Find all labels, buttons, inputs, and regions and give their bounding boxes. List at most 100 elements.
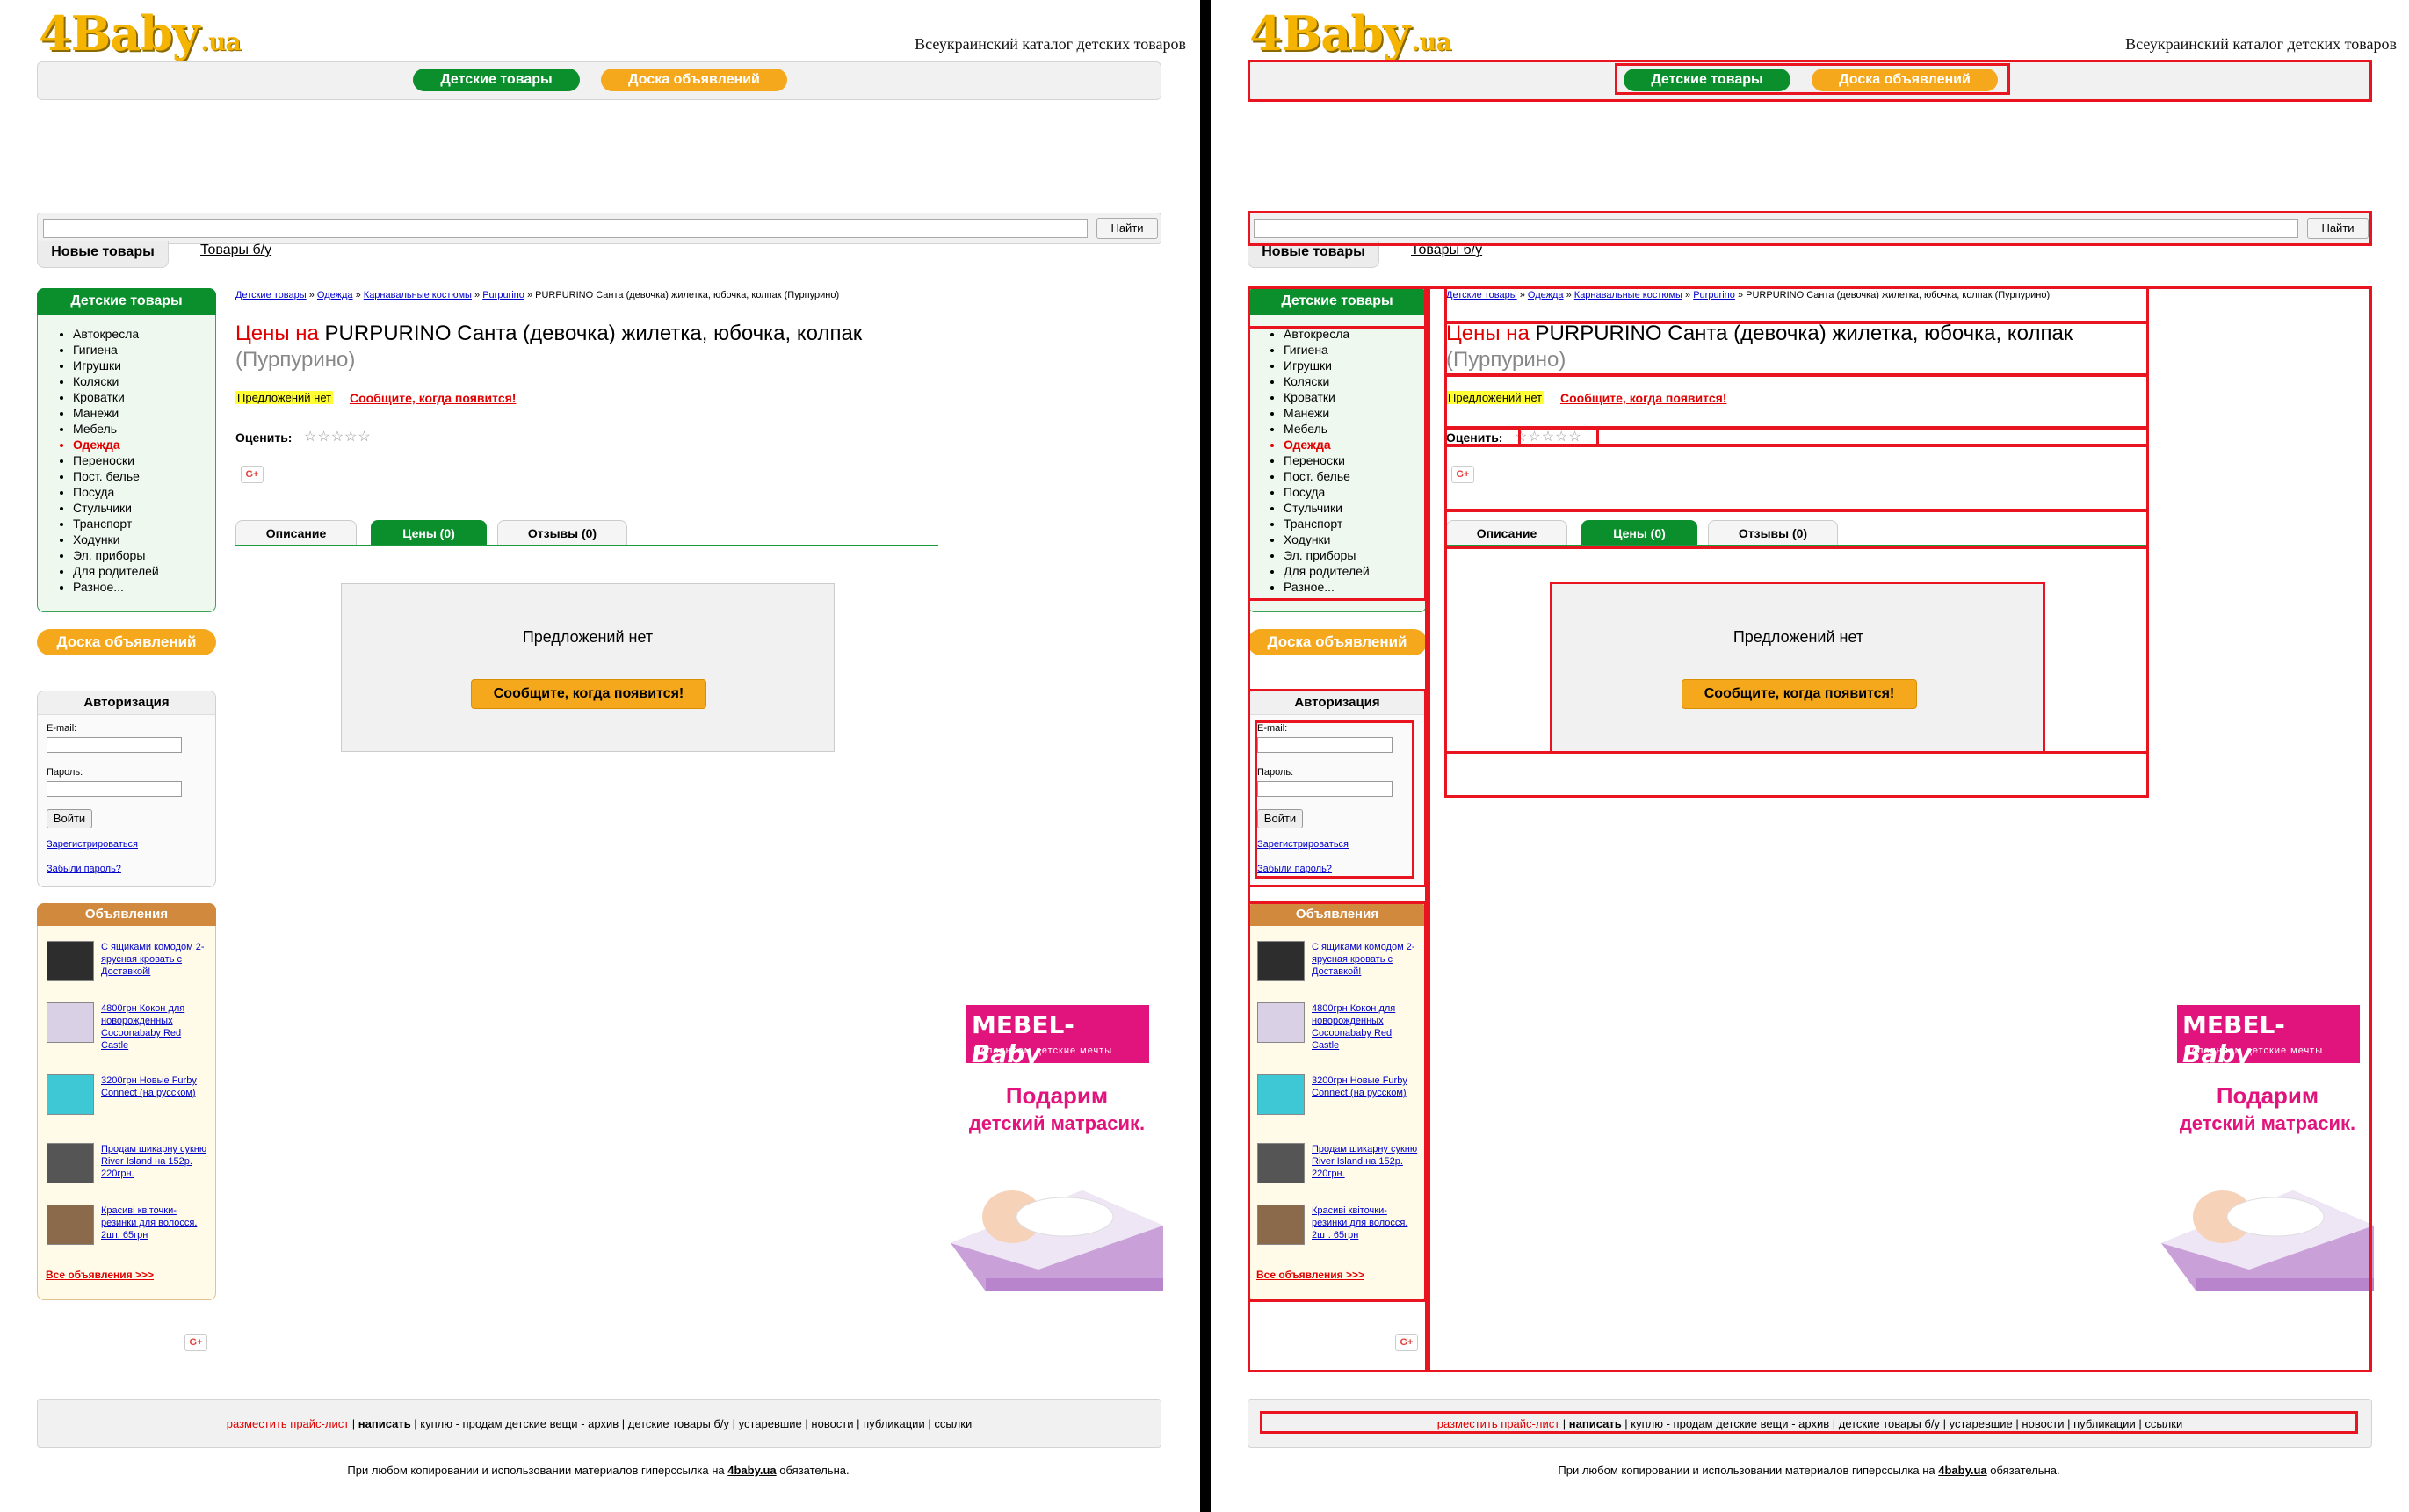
- category-item[interactable]: Переноски: [1284, 452, 1370, 468]
- forgot-password-link[interactable]: Забыли пароль?: [47, 864, 121, 874]
- tab-reviews[interactable]: Отзывы (0): [1708, 520, 1838, 546]
- ad-link[interactable]: Красиві квіточки-резинки для волосся. 2ш…: [1312, 1205, 1421, 1241]
- search-input[interactable]: [1254, 219, 2298, 238]
- ad-item[interactable]: 3200грн Новые Furby Connect (на русском): [1257, 1074, 1424, 1127]
- ad-item[interactable]: С ящиками комодом 2-ярусная кровать с До…: [1257, 941, 1424, 994]
- category-item[interactable]: Игрушки: [1284, 358, 1370, 373]
- category-item-active[interactable]: Одежда: [73, 437, 159, 452]
- footer-link[interactable]: разместить прайс-лист: [1437, 1417, 1559, 1430]
- category-item[interactable]: Автокресла: [73, 326, 159, 342]
- category-item[interactable]: Эл. приборы: [1284, 547, 1370, 563]
- email-field[interactable]: [1257, 737, 1393, 753]
- tab-new-goods[interactable]: Новые товары: [37, 241, 169, 268]
- footer-link[interactable]: новости: [2022, 1417, 2064, 1430]
- footer-link[interactable]: написать: [1569, 1417, 1622, 1430]
- category-item[interactable]: Стульчики: [1284, 500, 1370, 516]
- footer-link[interactable]: ссылки: [934, 1417, 972, 1430]
- breadcrumb-link[interactable]: Детские товары: [235, 290, 307, 300]
- tab-description[interactable]: Описание: [1446, 520, 1567, 546]
- email-field[interactable]: [47, 737, 182, 753]
- footer-link[interactable]: публикации: [2073, 1417, 2136, 1430]
- breadcrumb-link[interactable]: Purpurino: [482, 290, 524, 300]
- ad-item[interactable]: Красиві квіточки-резинки для волосся. 2ш…: [47, 1205, 213, 1257]
- ad-link[interactable]: 4800грн Кокон для новорожденных Cocoonab…: [101, 1002, 210, 1052]
- rating-stars[interactable]: ☆☆☆☆☆: [1515, 428, 1582, 445]
- nav-classifieds-button[interactable]: Доска объявлений: [601, 69, 787, 91]
- category-item[interactable]: Ходунки: [1284, 532, 1370, 547]
- banner-ad[interactable]: MEBEL- Baby Исполняем детские мечты Пода…: [2161, 1002, 2374, 1291]
- tab-used-goods[interactable]: Товары б/у: [1411, 242, 1482, 258]
- all-ads-link[interactable]: Все объявления >>>: [1256, 1269, 1364, 1281]
- category-item[interactable]: Мебель: [1284, 421, 1370, 437]
- breadcrumb-link[interactable]: Одежда: [317, 290, 353, 300]
- category-item[interactable]: Кроватки: [1284, 389, 1370, 405]
- category-item[interactable]: Для родителей: [1284, 563, 1370, 579]
- category-item[interactable]: Эл. приборы: [73, 547, 159, 563]
- footer-link[interactable]: архив: [588, 1417, 619, 1430]
- tab-new-goods[interactable]: Новые товары: [1248, 241, 1379, 268]
- search-button[interactable]: Найти: [2307, 218, 2369, 239]
- ad-link[interactable]: Продам шикарну сукню River Island на 152…: [101, 1143, 210, 1180]
- site-logo[interactable]: 4Baby.ua: [1249, 5, 1452, 70]
- category-item[interactable]: Для родителей: [73, 563, 159, 579]
- nav-classifieds-button[interactable]: Доска объявлений: [1812, 69, 1998, 91]
- search-input[interactable]: [43, 219, 1088, 238]
- footer-link[interactable]: куплю - продам детские вещи: [1631, 1417, 1788, 1430]
- ad-item[interactable]: 4800грн Кокон для новорожденных Cocoonab…: [47, 1002, 213, 1055]
- ad-link[interactable]: 4800грн Кокон для новорожденных Cocoonab…: [1312, 1002, 1421, 1052]
- notify-button[interactable]: Сообщите, когда появится!: [471, 679, 706, 709]
- category-item[interactable]: Манежи: [73, 405, 159, 421]
- category-item[interactable]: Посуда: [1284, 484, 1370, 500]
- category-item[interactable]: Переноски: [73, 452, 159, 468]
- site-logo[interactable]: 4Baby.ua: [39, 5, 242, 70]
- register-link[interactable]: Зарегистрироваться: [1257, 839, 1349, 850]
- google-plus-share-button[interactable]: G+: [184, 1334, 207, 1351]
- category-item[interactable]: Игрушки: [73, 358, 159, 373]
- all-ads-link[interactable]: Все объявления >>>: [46, 1269, 154, 1281]
- footer-link[interactable]: разместить прайс-лист: [227, 1417, 349, 1430]
- ad-item[interactable]: Продам шикарну сукню River Island на 152…: [1257, 1143, 1424, 1196]
- tab-prices[interactable]: Цены (0): [371, 520, 487, 546]
- tab-prices[interactable]: Цены (0): [1581, 520, 1697, 546]
- category-item[interactable]: Пост. белье: [73, 468, 159, 484]
- sidebar-classifieds-button[interactable]: Доска объявлений: [1248, 629, 1427, 655]
- ad-item[interactable]: Красиві квіточки-резинки для волосся. 2ш…: [1257, 1205, 1424, 1257]
- category-item[interactable]: Автокресла: [1284, 326, 1370, 342]
- category-item[interactable]: Транспорт: [73, 516, 159, 532]
- breadcrumb-link[interactable]: Карнавальные костюмы: [364, 290, 472, 300]
- forgot-password-link[interactable]: Забыли пароль?: [1257, 864, 1332, 874]
- google-plus-share-button[interactable]: G+: [1451, 466, 1474, 483]
- register-link[interactable]: Зарегистрироваться: [47, 839, 138, 850]
- category-item[interactable]: Ходунки: [73, 532, 159, 547]
- notify-link[interactable]: Сообщите, когда появится!: [350, 391, 516, 405]
- category-item[interactable]: Посуда: [73, 484, 159, 500]
- footer-link[interactable]: устаревшие: [739, 1417, 802, 1430]
- footer-link[interactable]: детские товары б/у: [1839, 1417, 1940, 1430]
- category-item[interactable]: Стульчики: [73, 500, 159, 516]
- breadcrumb-link[interactable]: Одежда: [1528, 290, 1564, 300]
- footer-link[interactable]: ссылки: [2145, 1417, 2182, 1430]
- category-item[interactable]: Гигиена: [73, 342, 159, 358]
- footer-link[interactable]: устаревшие: [1950, 1417, 2013, 1430]
- footer-link[interactable]: куплю - продам детские вещи: [420, 1417, 577, 1430]
- tab-description[interactable]: Описание: [235, 520, 357, 546]
- category-item[interactable]: Пост. белье: [1284, 468, 1370, 484]
- category-item[interactable]: Разное...: [73, 579, 159, 595]
- banner-ad[interactable]: MEBEL- Baby Исполняем детские мечты Пода…: [951, 1002, 1163, 1291]
- footer-link[interactable]: детские товары б/у: [628, 1417, 729, 1430]
- nav-kids-goods-button[interactable]: Детские товары: [413, 69, 580, 91]
- sidebar-classifieds-button[interactable]: Доска объявлений: [37, 629, 216, 655]
- tab-reviews[interactable]: Отзывы (0): [497, 520, 627, 546]
- ad-item[interactable]: С ящиками комодом 2-ярусная кровать с До…: [47, 941, 213, 994]
- login-button[interactable]: Войти: [1257, 809, 1303, 828]
- password-field[interactable]: [47, 781, 182, 797]
- category-item[interactable]: Разное...: [1284, 579, 1370, 595]
- nav-kids-goods-button[interactable]: Детские товары: [1624, 69, 1790, 91]
- breadcrumb-link[interactable]: Карнавальные костюмы: [1574, 290, 1682, 300]
- login-button[interactable]: Войти: [47, 809, 92, 828]
- category-item[interactable]: Манежи: [1284, 405, 1370, 421]
- footer-link[interactable]: публикации: [863, 1417, 925, 1430]
- ad-link[interactable]: Красиві квіточки-резинки для волосся. 2ш…: [101, 1205, 210, 1241]
- footer-link[interactable]: написать: [358, 1417, 411, 1430]
- ad-item[interactable]: 3200грн Новые Furby Connect (на русском): [47, 1074, 213, 1127]
